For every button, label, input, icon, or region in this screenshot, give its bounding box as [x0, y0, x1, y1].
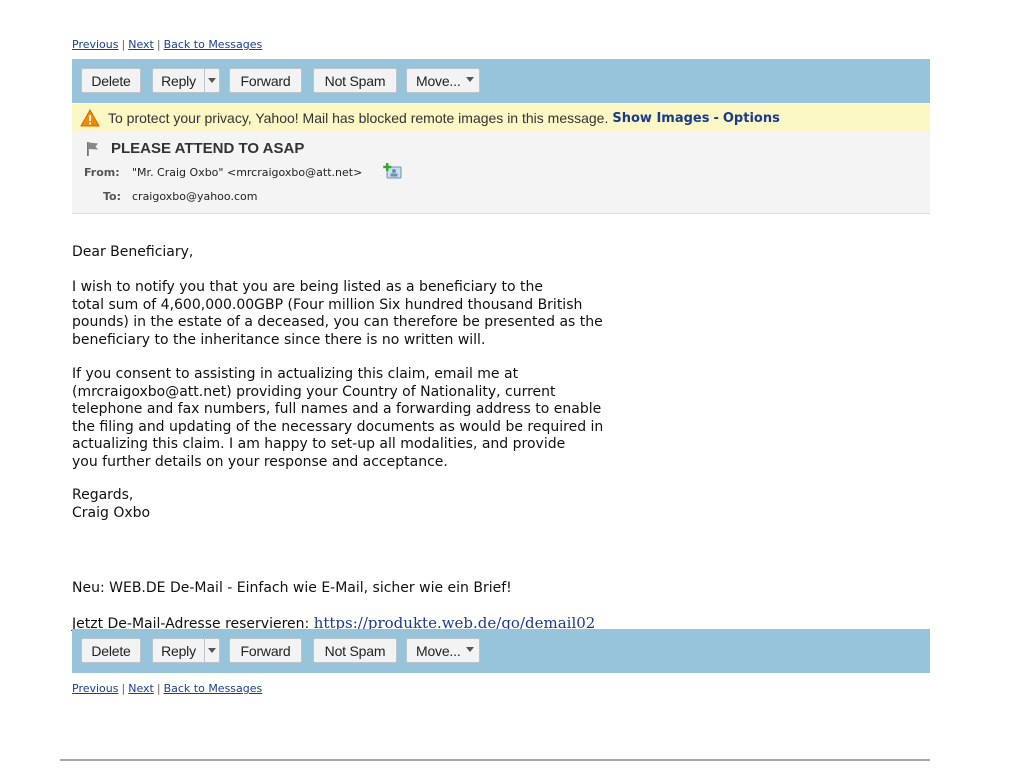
privacy-dash: - [713, 110, 719, 126]
body-signature: Regards, Craig Oxbo [72, 487, 151, 521]
reply-options-button[interactable] [204, 68, 220, 93]
message-subject: PLEASE ATTEND TO ASAP [111, 140, 305, 157]
delete-button[interactable]: Delete [81, 68, 141, 93]
to-label: To: [103, 190, 121, 203]
move-button[interactable]: Move... [406, 638, 480, 663]
delete-button[interactable]: Delete [81, 638, 141, 663]
bottom-divider [60, 759, 930, 761]
top-nav-links: Previous | Next | Back to Messages [72, 38, 262, 51]
webde-line-1: Neu: WEB.DE De-Mail - Einfach wie E-Mail… [72, 579, 512, 596]
bottom-nav-links: Previous | Next | Back to Messages [72, 682, 262, 695]
body-paragraph-2: If you consent to assisting in actualizi… [72, 366, 604, 470]
chevron-down-icon [466, 77, 474, 82]
not-spam-button[interactable]: Not Spam [313, 68, 397, 93]
reply-button[interactable]: Reply [152, 68, 204, 93]
forward-button[interactable]: Forward [229, 68, 302, 93]
previous-link[interactable]: Previous [72, 682, 119, 695]
back-to-messages-link[interactable]: Back to Messages [164, 682, 263, 695]
show-images-link[interactable]: Show Images [612, 111, 709, 126]
chevron-down-icon [208, 648, 216, 653]
forward-button[interactable]: Forward [229, 638, 302, 663]
add-contact-icon[interactable] [383, 162, 403, 180]
top-toolbar: Delete Reply Forward Not Spam Move... [72, 59, 930, 103]
privacy-warning-bar: To protect your privacy, Yahoo! Mail has… [72, 104, 930, 132]
nav-separator: | [121, 682, 126, 695]
reply-options-button[interactable] [204, 638, 220, 663]
next-link[interactable]: Next [128, 682, 154, 695]
privacy-message: To protect your privacy, Yahoo! Mail has… [108, 110, 609, 126]
back-to-messages-link[interactable]: Back to Messages [164, 38, 263, 51]
options-link[interactable]: Options [723, 111, 780, 126]
warning-icon [80, 109, 100, 127]
chevron-down-icon [208, 78, 216, 83]
next-link[interactable]: Next [128, 38, 154, 51]
nav-separator: | [156, 682, 161, 695]
message-header: PLEASE ATTEND TO ASAP From: "Mr. Craig O… [72, 132, 930, 214]
previous-link[interactable]: Previous [72, 38, 119, 51]
body-greeting: Dear Beneficiary, [72, 244, 194, 260]
from-label: From: [84, 166, 120, 179]
nav-separator: | [121, 38, 126, 51]
to-value: craigoxbo@yahoo.com [132, 190, 258, 203]
nav-separator: | [156, 38, 161, 51]
bottom-toolbar: Delete Reply Forward Not Spam Move... [72, 629, 930, 673]
move-button-label: Move... [416, 72, 461, 89]
reply-button[interactable]: Reply [152, 638, 204, 663]
flag-icon[interactable] [86, 141, 100, 157]
not-spam-button[interactable]: Not Spam [313, 638, 397, 663]
from-value: "Mr. Craig Oxbo" <mrcraigoxbo@att.net> [132, 166, 363, 179]
chevron-down-icon [466, 647, 474, 652]
move-button[interactable]: Move... [406, 68, 480, 93]
move-button-label: Move... [416, 642, 461, 659]
body-paragraph-1: I wish to notify you that you are being … [72, 279, 603, 348]
